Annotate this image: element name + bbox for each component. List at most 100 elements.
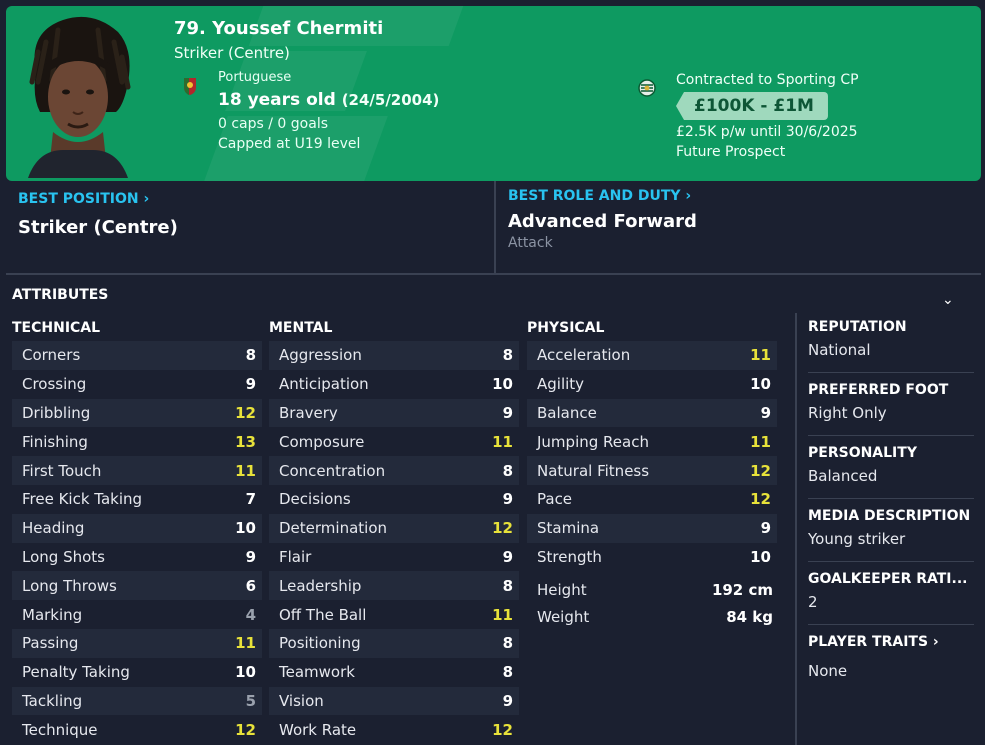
date-of-birth: (24/5/2004) (341, 91, 440, 109)
attribute-row: Balance 9 (527, 398, 777, 428)
attribute-value: 11 (750, 346, 771, 365)
attribute-label: Heading (22, 519, 85, 538)
attribute-row: Natural Fitness 12 (527, 456, 777, 485)
attribute-value: 8 (502, 461, 513, 480)
attribute-value: 8 (502, 346, 513, 365)
chevron-right-icon: › (932, 634, 939, 650)
caps-goals: 0 caps / 0 goals (218, 116, 329, 132)
section-divider (6, 273, 981, 275)
portugal-flag-icon (184, 78, 196, 95)
attribute-row: Long Shots 9 (12, 543, 262, 572)
attribute-label: Composure (279, 432, 365, 451)
attribute-row: First Touch 11 (12, 456, 262, 485)
attribute-label: Dribbling (22, 403, 91, 422)
reputation-value: National (808, 341, 871, 359)
attribute-label: Jumping Reach (537, 432, 649, 451)
attribute-value: 10 (492, 375, 513, 394)
attribute-label: Crossing (22, 375, 87, 394)
personality-section: PERSONALITY Balanced (808, 445, 974, 485)
attribute-label: Technique (22, 720, 98, 739)
attribute-row: Off The Ball 11 (269, 600, 519, 629)
attribute-row: Agility 10 (527, 370, 777, 399)
attribute-value: 12 (750, 461, 771, 480)
side-divider (808, 435, 974, 436)
goalkeeper-rating-value: 2 (808, 593, 818, 611)
preferred-foot-title: PREFERRED FOOT (808, 382, 949, 398)
attribute-value: 8 (245, 346, 256, 365)
attribute-value: 10 (235, 663, 256, 682)
media-description-section: MEDIA DESCRIPTION Young striker (808, 508, 974, 548)
attribute-row: Composure 11 (269, 427, 519, 456)
attribute-row: Acceleration 11 (527, 341, 777, 370)
media-description-title: MEDIA DESCRIPTION (808, 508, 971, 524)
goalkeeper-rating-title: GOALKEEPER RATI... (808, 571, 968, 587)
best-position-link[interactable]: BEST POSITION › (18, 191, 149, 207)
attribute-row: Free Kick Taking 7 (12, 485, 262, 514)
player-header: 79. Youssef Chermiti Striker (Centre) Po… (6, 6, 981, 181)
attribute-row: Anticipation 10 (269, 370, 519, 399)
mental-title: MENTAL (269, 320, 333, 336)
attribute-row: Long Throws 6 (12, 571, 262, 601)
best-role-link[interactable]: BEST ROLE AND DUTY › (508, 188, 691, 204)
attribute-label: Bravery (279, 403, 338, 422)
contract-club[interactable]: Contracted to Sporting CP (676, 72, 859, 88)
personality-title: PERSONALITY (808, 445, 917, 461)
attribute-value: 12 (750, 490, 771, 509)
sporting-cp-badge-icon[interactable] (638, 78, 656, 98)
weight-label: Weight (537, 608, 590, 626)
player-portrait (28, 16, 131, 178)
goalkeeper-rating-section: GOALKEEPER RATI... 2 (808, 571, 974, 611)
chevron-right-icon: › (685, 188, 692, 204)
transfer-value-badge[interactable]: £100K - £1M (676, 92, 828, 120)
attribute-label: Anticipation (279, 375, 369, 394)
player-name: 79. Youssef Chermiti (174, 18, 384, 39)
attribute-row: Crossing 9 (12, 370, 262, 399)
attribute-label: Work Rate (279, 720, 357, 739)
attribute-row: Aggression 8 (269, 341, 519, 370)
attribute-label: Finishing (22, 432, 88, 451)
attribute-label: Strength (537, 547, 602, 566)
preferred-foot-value: Right Only (808, 404, 887, 422)
attribute-value: 8 (502, 634, 513, 653)
best-role-panel[interactable]: BEST ROLE AND DUTY › Advanced Forward At… (494, 181, 981, 273)
attribute-row: Finishing 13 (12, 427, 262, 456)
attribute-label: Marking (22, 605, 83, 624)
attribute-value: 12 (492, 720, 513, 739)
attribute-label: First Touch (22, 461, 102, 480)
side-panel-divider (795, 313, 797, 745)
capped-level: Capped at U19 level (218, 136, 361, 152)
player-traits-link[interactable]: PLAYER TRAITS › (808, 634, 974, 650)
attribute-value: 12 (235, 403, 256, 422)
attribute-row: Teamwork 8 (269, 658, 519, 687)
best-role-value: Advanced Forward (508, 211, 697, 232)
physical-title: PHYSICAL (527, 320, 605, 336)
side-divider (808, 624, 974, 625)
height-value: 192 cm (711, 581, 773, 599)
attribute-label: Passing (22, 634, 79, 653)
attribute-label: Flair (279, 547, 312, 566)
player-traits-section[interactable]: PLAYER TRAITS › None (808, 634, 974, 680)
attribute-row: Positioning 8 (269, 628, 519, 658)
attribute-value: 11 (235, 461, 256, 480)
attribute-value: 10 (750, 547, 771, 566)
attribute-row: Marking 4 (12, 600, 262, 629)
best-role-duty: Attack (508, 235, 553, 251)
attribute-value: 11 (235, 634, 256, 653)
attribute-value: 11 (492, 605, 513, 624)
best-position-panel[interactable]: BEST POSITION › Striker (Centre) (6, 181, 492, 273)
side-divider (808, 372, 974, 373)
chevron-down-icon[interactable]: ⌄ (942, 292, 954, 308)
attribute-value: 8 (502, 576, 513, 595)
side-divider (808, 561, 974, 562)
attribute-label: Decisions (279, 490, 351, 509)
preferred-foot-section: PREFERRED FOOT Right Only (808, 382, 974, 422)
reputation-section: REPUTATION National (808, 319, 974, 359)
player-traits-title: PLAYER TRAITS (808, 634, 929, 650)
attribute-label: Balance (537, 403, 597, 422)
physical-list: Acceleration 11 Agility 10 Balance 9 Jumping R… (527, 341, 777, 571)
attribute-label: Tackling (22, 691, 83, 710)
attribute-row: Penalty Taking 10 (12, 658, 262, 687)
chevron-right-icon: › (143, 191, 150, 207)
attribute-label: Pace (537, 490, 573, 509)
attribute-row: Bravery 9 (269, 398, 519, 428)
